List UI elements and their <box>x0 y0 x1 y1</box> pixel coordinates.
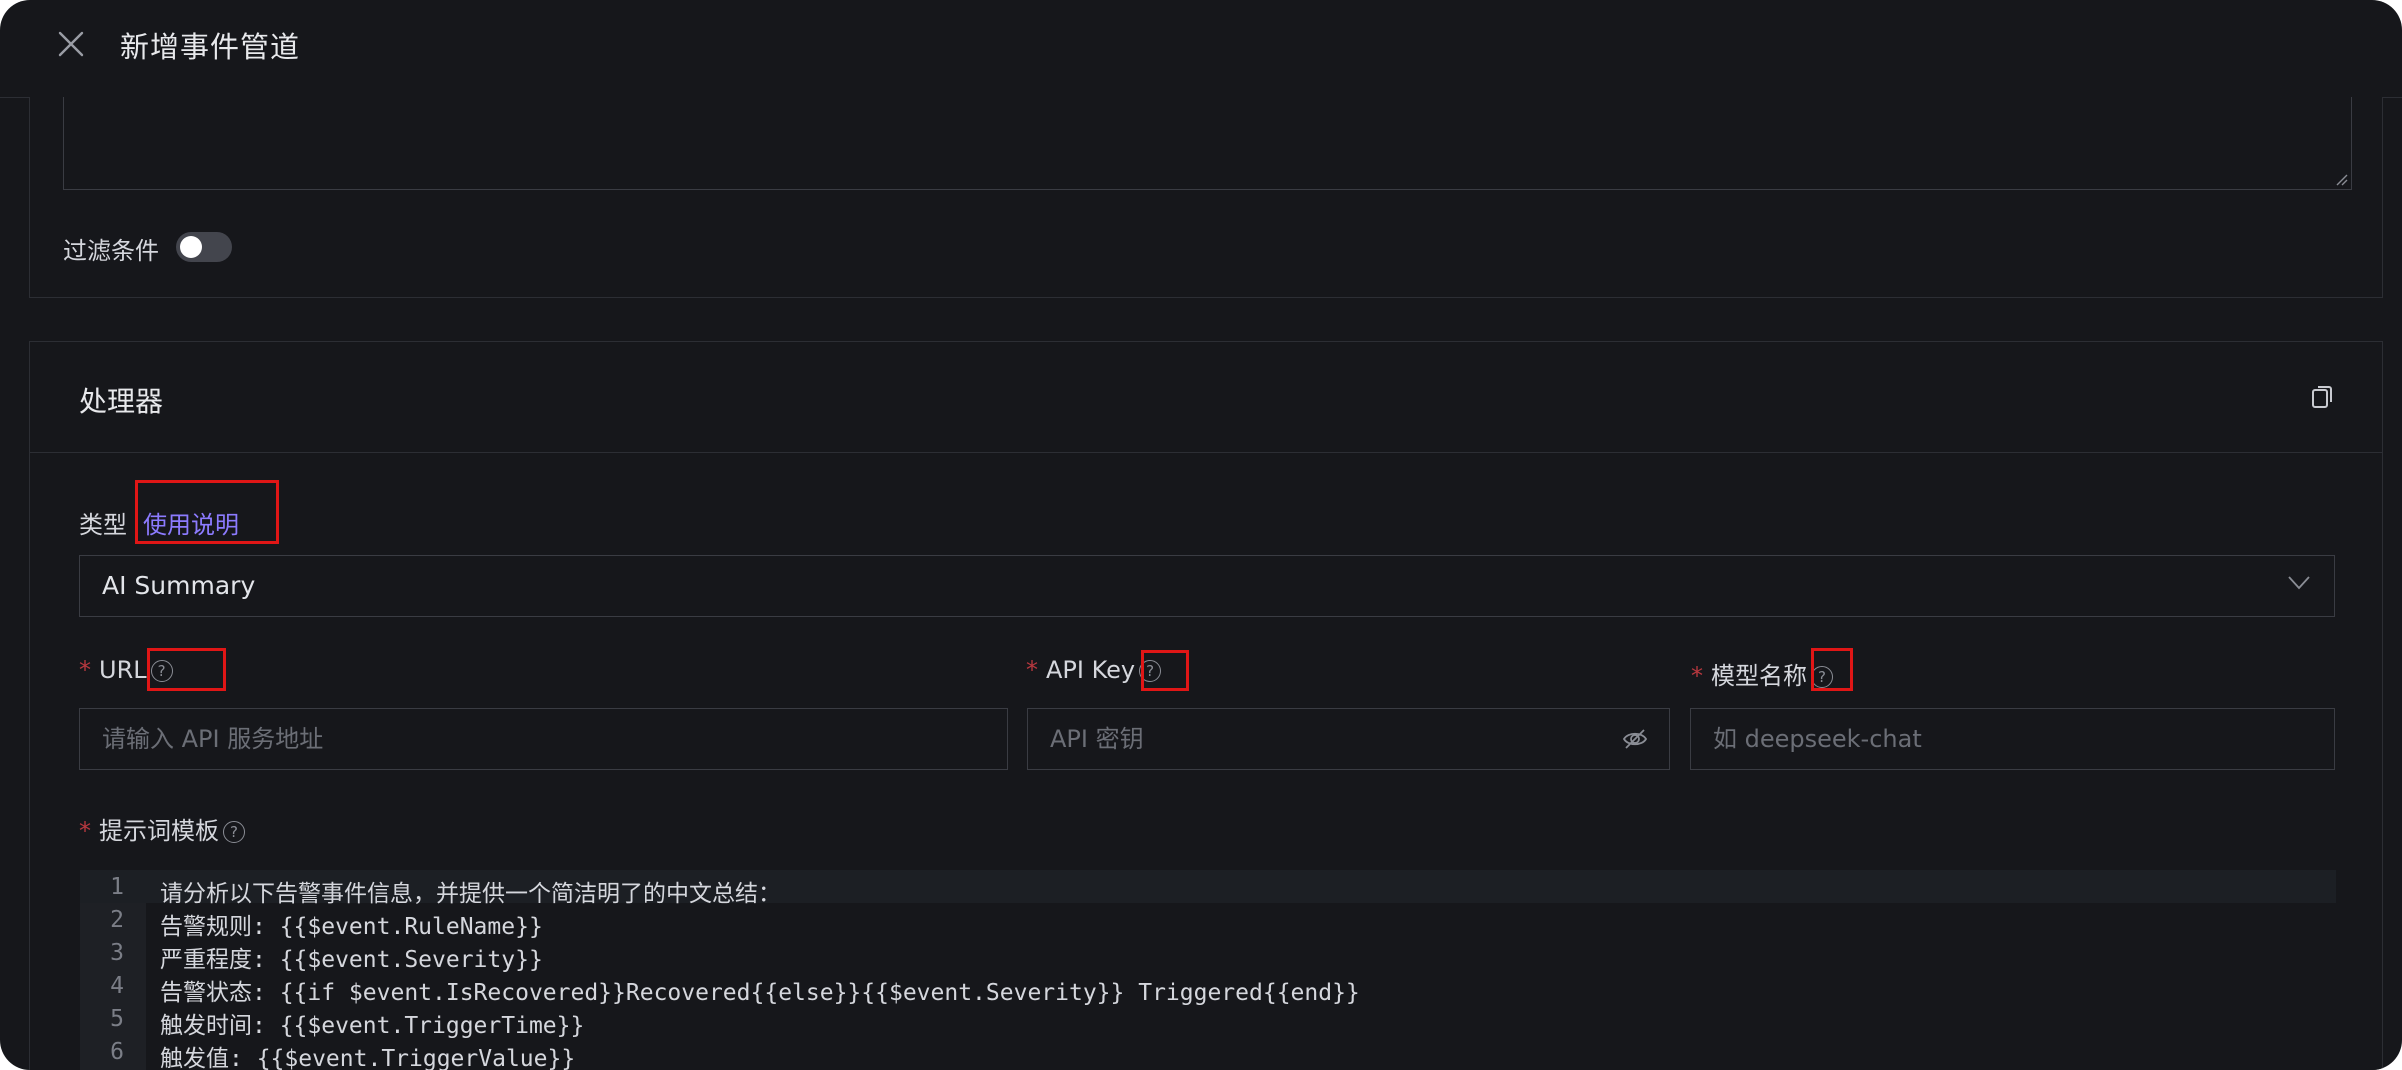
line-number: 6 <box>110 1039 124 1065</box>
code-line[interactable]: 1 请分析以下告警事件信息，并提供一个简洁明了的中文总结： <box>80 870 2336 907</box>
processor-title: 处理器 <box>79 385 164 418</box>
api-key-input[interactable] <box>1027 708 1670 770</box>
prompt-template-label-text: 提示词模板 <box>99 817 219 845</box>
dialog-title: 新增事件管道 <box>120 30 301 64</box>
line-number: 5 <box>110 1006 124 1032</box>
processor-header: 处理器 <box>30 342 2382 453</box>
chevron-down-icon <box>2288 576 2310 590</box>
prompt-code-editor[interactable]: 1 请分析以下告警事件信息，并提供一个简洁明了的中文总结： 2 告警规则: {{… <box>80 870 2336 1070</box>
type-label: 类型 <box>79 511 127 539</box>
required-mark: * <box>1691 662 1703 690</box>
prompt-template-label: * 提示词模板? <box>79 811 245 846</box>
code-line[interactable]: 5 触发时间: {{$event.TriggerTime}} <box>80 1002 2336 1039</box>
required-mark: * <box>1026 656 1038 684</box>
line-number: 4 <box>110 973 124 999</box>
line-text: 触发值: {{$event.TriggerValue}} <box>160 1046 576 1070</box>
selected-type: AI Summary <box>102 571 256 600</box>
code-line[interactable]: 2 告警规则: {{$event.RuleName}} <box>80 903 2336 940</box>
dialog-header: 新增事件管道 <box>0 0 2402 98</box>
filter-label: 过滤条件 <box>63 237 159 265</box>
line-number: 3 <box>110 940 124 966</box>
api-key-label-text: API Key <box>1046 656 1136 684</box>
usage-guide-link[interactable]: 使用说明 <box>143 505 239 540</box>
code-line[interactable]: 3 严重程度: {{$event.Severity}} <box>80 936 2336 973</box>
highlight-box-url <box>147 648 226 691</box>
url-input[interactable] <box>79 708 1008 770</box>
resize-handle-icon[interactable] <box>2334 172 2348 186</box>
description-textarea[interactable] <box>63 97 2352 190</box>
toggle-knob <box>180 236 202 258</box>
line-number: 2 <box>110 907 124 933</box>
url-label-text: URL <box>99 656 147 684</box>
model-name-label-text: 模型名称 <box>1711 662 1807 690</box>
required-mark: * <box>79 656 91 684</box>
copy-icon[interactable] <box>2310 384 2334 410</box>
highlight-box-model <box>1811 648 1853 691</box>
processor-type-select[interactable]: AI Summary <box>79 555 2335 617</box>
processor-card: 处理器 类型 使用说明 AI Summary * URL? * API Key? *… <box>29 341 2383 1070</box>
filter-toggle[interactable] <box>176 232 232 262</box>
line-number: 1 <box>110 874 124 900</box>
close-icon[interactable] <box>55 28 87 60</box>
model-name-input[interactable] <box>1690 708 2335 770</box>
highlight-box-api-key <box>1141 650 1189 691</box>
code-line[interactable]: 6 触发值: {{$event.TriggerValue}} <box>80 1035 2336 1070</box>
required-mark: * <box>79 817 91 845</box>
pipeline-dialog: 新增事件管道 过滤条件 处理器 类型 使用说明 AI Summary * URL… <box>0 0 2402 1070</box>
help-circle-icon[interactable]: ? <box>223 821 245 843</box>
code-line[interactable]: 4 告警状态: {{if $event.IsRecovered}}Recover… <box>80 969 2336 1006</box>
eye-off-icon[interactable] <box>1622 726 1648 752</box>
basic-settings-card: 过滤条件 <box>29 97 2383 298</box>
